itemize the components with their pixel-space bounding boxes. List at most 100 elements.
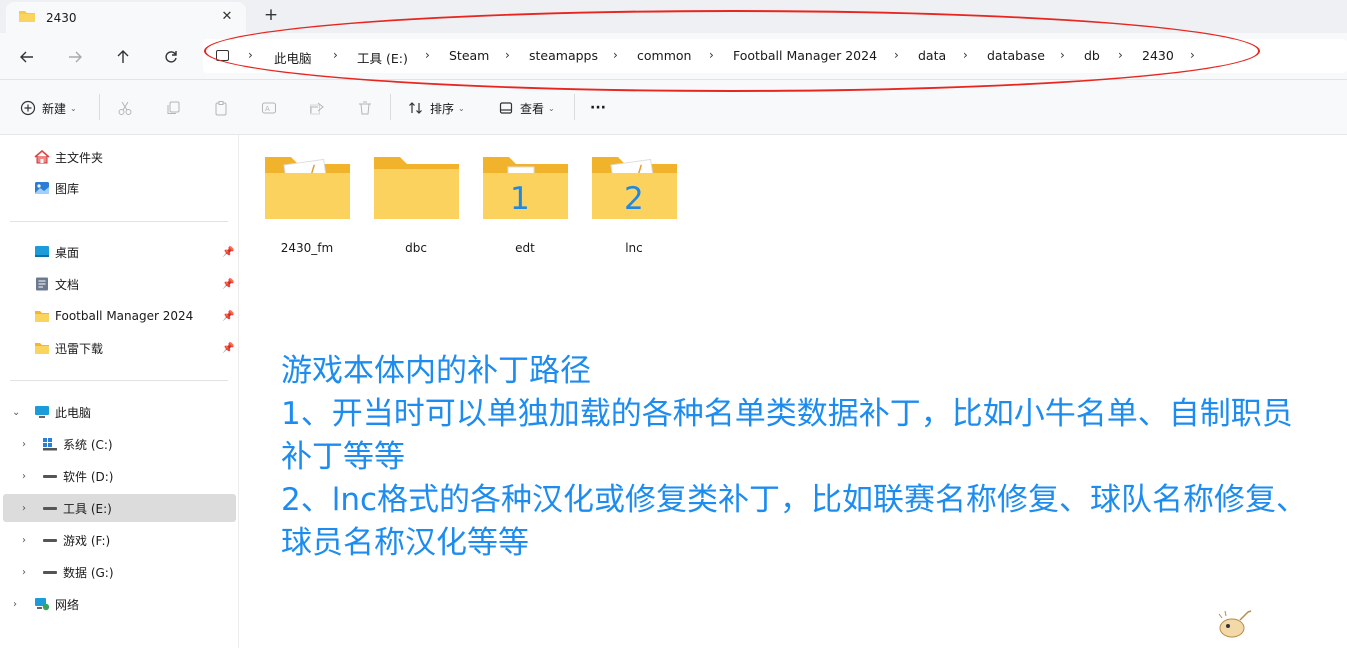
sidebar-item-gallery[interactable]: 图库: [0, 174, 238, 202]
pin-icon[interactable]: 📌: [222, 247, 234, 258]
folder-icon: [34, 341, 50, 355]
sidebar-item-drive-g[interactable]: › 数据 (G:): [0, 558, 238, 586]
folder-item-edt[interactable]: 1 edt: [475, 153, 575, 263]
chevron-right-icon[interactable]: ›: [22, 439, 26, 450]
tab-2430[interactable]: 2430 ✕: [6, 2, 246, 33]
delete-button[interactable]: [354, 97, 376, 119]
breadcrumb-common[interactable]: common: [637, 48, 691, 63]
divider: [10, 221, 228, 222]
chevron-right-icon[interactable]: ›: [505, 48, 510, 62]
rename-icon: A: [262, 102, 276, 114]
up-button[interactable]: [110, 44, 136, 70]
refresh-icon: [165, 51, 177, 63]
pin-icon[interactable]: 📌: [222, 311, 234, 322]
chevron-right-icon[interactable]: ›: [963, 48, 968, 62]
breadcrumb-tools-drive[interactable]: 工具 (E:): [357, 48, 408, 67]
paste-button[interactable]: [210, 97, 232, 119]
divider: [390, 94, 391, 120]
sidebar-item-drive-e[interactable]: › 工具 (E:): [3, 494, 236, 522]
chevron-right-icon[interactable]: ›: [425, 48, 430, 62]
chevron-right-icon[interactable]: ›: [894, 48, 899, 62]
new-button[interactable]: 新建 ⌄: [20, 98, 77, 118]
forward-button[interactable]: [62, 44, 88, 70]
address-bar[interactable]: › 此电脑 › 工具 (E:) › Steam › steamapps › co…: [203, 39, 1347, 73]
copy-button[interactable]: [162, 97, 184, 119]
rename-button[interactable]: A: [258, 97, 280, 119]
chevron-down-icon: ⌄: [70, 103, 77, 113]
tab-close-icon[interactable]: ✕: [218, 8, 236, 26]
sidebar-item-label: 迅雷下载: [55, 341, 104, 356]
breadcrumb-football-manager[interactable]: Football Manager 2024: [733, 48, 877, 63]
share-button[interactable]: [306, 97, 328, 119]
chevron-down-icon[interactable]: ⌄: [12, 407, 20, 418]
sidebar-item-desktop[interactable]: 桌面 📌: [0, 238, 238, 266]
refresh-button[interactable]: [158, 44, 184, 70]
view-button[interactable]: 查看 ⌄: [498, 98, 555, 118]
home-icon: [34, 149, 50, 164]
sort-icon: [409, 102, 422, 114]
sidebar-item-drive-c[interactable]: › 系统 (C:): [0, 430, 238, 458]
chevron-right-icon[interactable]: ›: [13, 599, 17, 610]
chevron-right-icon[interactable]: ›: [248, 48, 253, 62]
chevron-right-icon[interactable]: ›: [1060, 48, 1065, 62]
annotation-text: 游戏本体内的补丁路径 1、开当时可以单独加载的各种名单类数据补丁，比如小牛名单、…: [281, 350, 1331, 565]
navigation-bar: › 此电脑 › 工具 (E:) › Steam › steamapps › co…: [0, 33, 1347, 80]
folder-name: lnc: [625, 241, 643, 255]
annotation-line: 球员名称汉化等等: [281, 525, 529, 561]
annotation-line: 1、开当时可以单独加载的各种名单类数据补丁，比如小牛名单、自制职员: [281, 396, 1293, 432]
trash-icon: [359, 101, 371, 115]
sidebar-item-football-manager[interactable]: Football Manager 2024 📌: [0, 302, 238, 330]
view-icon: [499, 102, 513, 114]
more-options-button[interactable]: ···: [590, 98, 606, 118]
chevron-right-icon[interactable]: ›: [333, 48, 338, 62]
folder-item-2430-fm[interactable]: 2430_fm: [257, 153, 357, 263]
sidebar-item-label: 系统 (C:): [63, 437, 113, 452]
sidebar-item-drive-f[interactable]: › 游戏 (F:): [0, 526, 238, 554]
breadcrumb-steam[interactable]: Steam: [449, 48, 489, 63]
chevron-right-icon[interactable]: ›: [613, 48, 618, 62]
breadcrumb-db[interactable]: db: [1084, 48, 1100, 63]
chevron-right-icon[interactable]: ›: [22, 471, 26, 482]
pin-icon[interactable]: 📌: [222, 343, 234, 354]
breadcrumb-2430[interactable]: 2430: [1142, 48, 1174, 63]
breadcrumb-data[interactable]: data: [918, 48, 946, 63]
chevron-right-icon[interactable]: ›: [22, 503, 26, 514]
svg-text:A: A: [265, 105, 270, 113]
chevron-down-icon: ⌄: [548, 103, 555, 113]
chevron-right-icon[interactable]: ›: [709, 48, 714, 62]
arrow-left-icon: [20, 51, 33, 63]
chevron-right-icon[interactable]: ›: [1118, 48, 1123, 62]
chevron-right-icon[interactable]: ›: [1190, 48, 1195, 62]
sidebar-item-thunder-downloads[interactable]: 迅雷下载 📌: [0, 334, 238, 362]
pin-icon[interactable]: 📌: [222, 279, 234, 290]
computer-icon: [216, 50, 229, 61]
sidebar-item-label: 文档: [55, 277, 80, 292]
sidebar-item-label: 主文件夹: [55, 150, 104, 165]
breadcrumb-database[interactable]: database: [987, 48, 1045, 63]
sidebar-item-label: 网络: [55, 597, 80, 612]
sort-button[interactable]: 排序 ⌄: [408, 98, 465, 118]
breadcrumb-steamapps[interactable]: steamapps: [529, 48, 598, 63]
drive-icon: [42, 533, 58, 547]
sidebar-item-this-pc[interactable]: ⌄ 此电脑: [0, 398, 238, 426]
back-button[interactable]: [14, 44, 40, 70]
chevron-right-icon[interactable]: ›: [22, 567, 26, 578]
sidebar-item-drive-d[interactable]: › 软件 (D:): [0, 462, 238, 490]
sidebar-item-network[interactable]: › 网络: [0, 590, 238, 618]
drive-icon: [42, 469, 58, 483]
cut-button[interactable]: [114, 97, 136, 119]
folder-item-dbc[interactable]: dbc: [366, 153, 466, 263]
arrow-right-icon: [69, 51, 82, 63]
sidebar-item-home[interactable]: 主文件夹: [0, 143, 238, 171]
chevron-right-icon[interactable]: ›: [22, 535, 26, 546]
folder-icon: [374, 157, 459, 219]
sidebar-item-documents[interactable]: 文档 📌: [0, 270, 238, 298]
clipboard-icon: [215, 101, 227, 116]
folder-item-lnc[interactable]: 2 lnc: [584, 153, 684, 263]
breadcrumb-this-pc[interactable]: 此电脑: [274, 48, 312, 67]
document-icon: [35, 277, 51, 291]
annotation-line: 补丁等等: [281, 439, 405, 475]
copy-icon: [167, 101, 180, 114]
new-tab-button[interactable]: +: [261, 5, 281, 25]
gallery-icon: [34, 181, 50, 195]
